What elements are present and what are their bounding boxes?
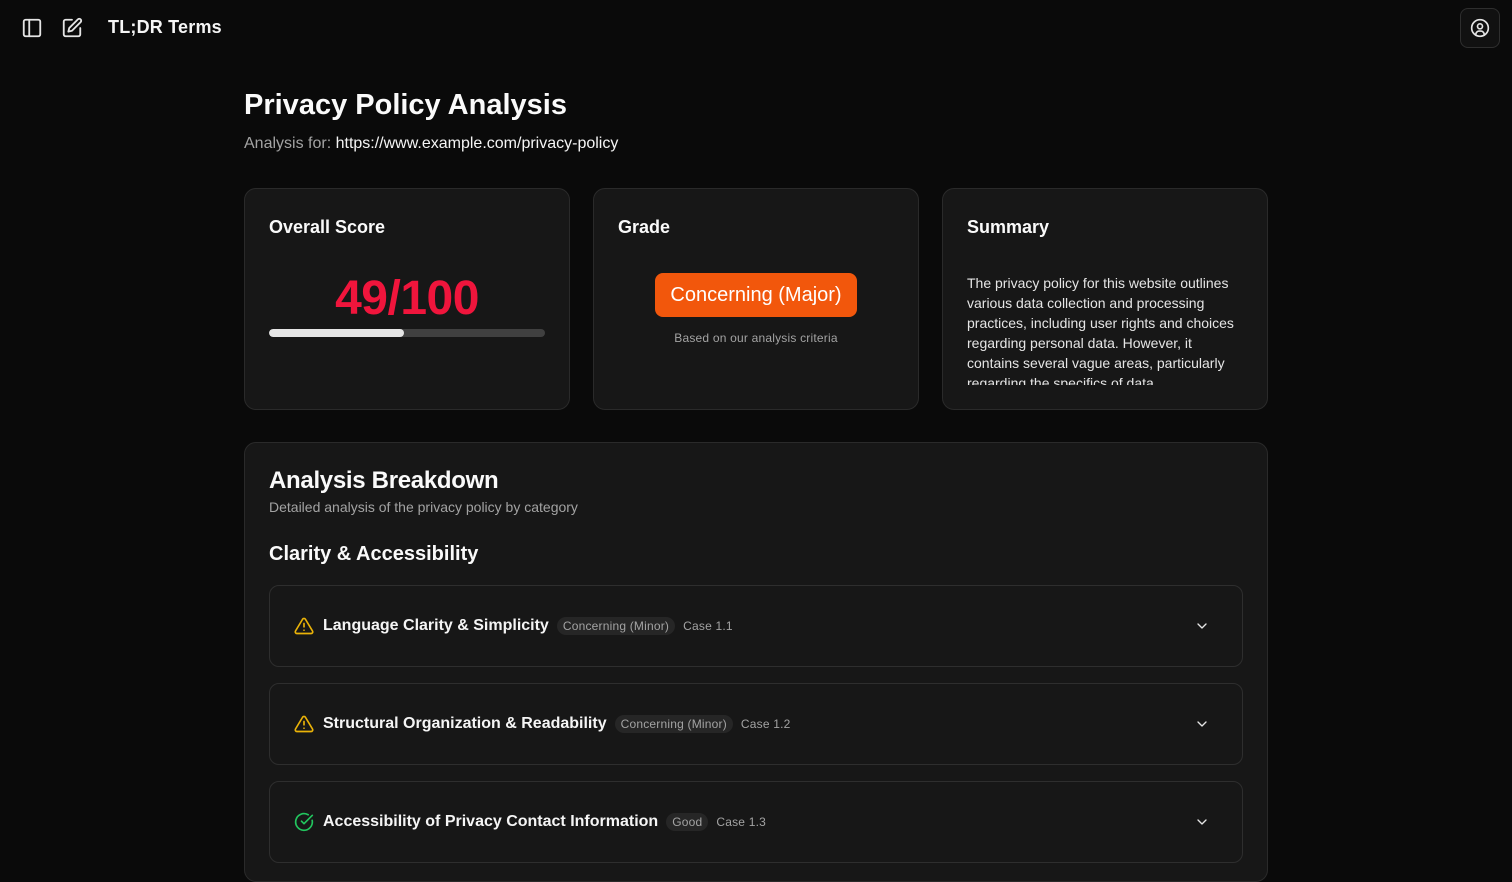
summary-card: Summary The privacy policy for this webs… (942, 188, 1268, 410)
status-badge: Concerning (Minor) (556, 617, 676, 635)
score-progress-fill (269, 329, 405, 337)
edit-icon[interactable] (60, 16, 84, 40)
item-title: Structural Organization & Readability (323, 715, 607, 732)
card-title: Overall Score (269, 217, 386, 237)
card-title: Grade (618, 217, 671, 237)
status-badge: Good (666, 813, 709, 831)
warning-icon (294, 714, 314, 734)
user-menu-button[interactable] (1460, 8, 1500, 48)
analysis-url: https://www.example.com/privacy-policy (335, 135, 619, 152)
section-title: Clarity & Accessibility (269, 543, 479, 565)
card-title: Summary (967, 217, 1050, 237)
case-label: Case 1.2 (740, 717, 791, 731)
analysis-for: Analysis for: https://www.example.com/pr… (244, 135, 618, 153)
user-circle-icon (1470, 18, 1490, 38)
breakdown-subtitle: Detailed analysis of the privacy policy … (269, 499, 578, 515)
chevron-down-icon[interactable] (1194, 716, 1210, 732)
status-badge: Concerning (Minor) (614, 715, 733, 733)
analysis-breakdown-card: Analysis Breakdown Detailed analysis of … (244, 442, 1268, 882)
score-progress-bar (269, 329, 545, 337)
breakdown-item-language-clarity[interactable]: Language Clarity & Simplicity Concerning… (269, 585, 1243, 667)
grade-badge: Concerning (Major) (655, 273, 857, 317)
page-title: Privacy Policy Analysis (244, 89, 567, 121)
sidebar-toggle-icon[interactable] (20, 16, 44, 40)
app-title[interactable]: TL;DR Terms (108, 17, 222, 38)
top-bar: TL;DR Terms (0, 0, 1512, 57)
analysis-for-label: Analysis for: (244, 135, 332, 152)
warning-icon (294, 616, 314, 636)
case-label: Case 1.1 (683, 619, 733, 633)
case-label: Case 1.3 (716, 815, 766, 829)
breakdown-item-privacy-contact[interactable]: Accessibility of Privacy Contact Informa… (269, 781, 1243, 863)
overall-score-card: Overall Score 49/100 (244, 188, 570, 410)
breakdown-title: Analysis Breakdown (269, 467, 499, 494)
score-value: 49/100 (335, 272, 479, 325)
item-title: Language Clarity & Simplicity (323, 617, 549, 634)
grade-note: Based on our analysis criteria (674, 331, 838, 345)
summary-text[interactable]: The privacy policy for this website outl… (967, 273, 1245, 385)
item-title: Accessibility of Privacy Contact Informa… (323, 813, 659, 830)
chevron-down-icon[interactable] (1194, 814, 1210, 830)
chevron-down-icon[interactable] (1194, 618, 1210, 634)
check-circle-icon (294, 812, 314, 832)
grade-card: Grade Concerning (Major) Based on our an… (593, 188, 919, 410)
breakdown-item-structural-organization[interactable]: Structural Organization & Readability Co… (269, 683, 1243, 765)
